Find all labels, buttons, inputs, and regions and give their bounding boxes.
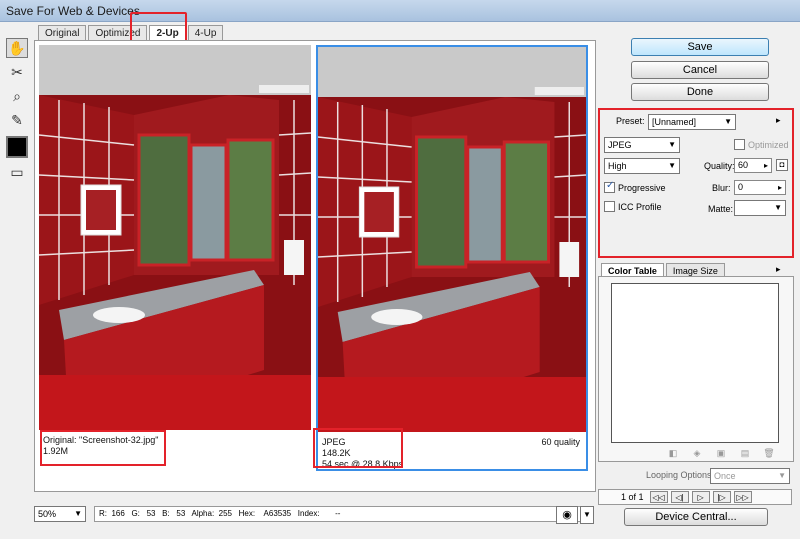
color-table-grid <box>611 283 779 443</box>
optimized-pane[interactable]: JPEG 148.2K 54 sec @ 28.8 Kbps 60 qualit… <box>316 45 588 471</box>
title-bar: Save For Web & Devices <box>0 0 800 22</box>
preview-in-browser-icon[interactable]: ◉ <box>556 506 578 524</box>
chevron-down-icon: ▼ <box>74 509 82 518</box>
looping-value: Once <box>714 471 736 481</box>
color-table-toolbar: ◧ ◈ ▣ ▤ 🗑 <box>665 448 785 459</box>
blur-value: 0 <box>738 182 744 192</box>
chevron-down-icon: ▼ <box>668 140 676 149</box>
previous-frame-icon[interactable]: ◁| <box>670 491 689 503</box>
original-filename: Original: "Screenshot-32.jpg" <box>43 435 159 445</box>
optimized-checkbox[interactable] <box>734 139 745 150</box>
chevron-down-icon: ▼ <box>774 203 782 212</box>
window-body: ✋ ✂ ⌕ ✎ ▭ Original Optimized 2-Up 4-Up O… <box>0 12 800 539</box>
matte-select[interactable]: ▼ <box>734 200 786 216</box>
quality-field[interactable]: 60 ▸ <box>734 158 772 173</box>
browser-menu-icon[interactable]: ▼ <box>580 506 594 524</box>
pixel-info-readout: R: 166 G: 53 B: 53 Alpha: 255 Hex: A6353… <box>94 506 584 522</box>
optimized-label: Optimized <box>748 139 789 150</box>
first-frame-icon[interactable]: ◁◁ <box>649 491 668 503</box>
icc-profile-checkbox[interactable] <box>604 201 615 212</box>
tools-column: ✋ ✂ ⌕ ✎ ▭ <box>6 38 30 186</box>
zoom-tool-icon[interactable]: ⌕ <box>6 86 28 106</box>
optimized-size: 148.2K <box>322 448 351 458</box>
optimized-format: JPEG <box>322 437 346 447</box>
eyedropper-color-swatch[interactable] <box>6 136 28 158</box>
status-bar: 50% ▼ R: 166 G: 53 B: 53 Alpha: 255 Hex: … <box>34 506 594 524</box>
tab-optimized[interactable]: Optimized <box>88 25 148 40</box>
chevron-down-icon: ▼ <box>668 161 676 170</box>
optimized-info: JPEG 148.2K 54 sec @ 28.8 Kbps <box>322 437 403 470</box>
animation-controls: 1 of 1 ◁◁ ◁| ▷ |▷ ▷▷ <box>598 489 792 505</box>
next-frame-icon[interactable]: |▷ <box>712 491 731 503</box>
preset-value: [Unnamed] <box>652 117 697 127</box>
blur-field[interactable]: 0 ▸ <box>734 180 786 195</box>
tab-original[interactable]: Original <box>38 25 87 40</box>
play-icon[interactable]: ▷ <box>691 491 710 503</box>
format-select[interactable]: JPEG ▼ <box>604 137 680 153</box>
tab-2-up[interactable]: 2-Up <box>149 25 186 40</box>
original-info: Original: "Screenshot-32.jpg" 1.92M <box>43 435 158 457</box>
preview-area: Original: "Screenshot-32.jpg" 1.92M JPEG… <box>34 40 596 492</box>
quality-mask-icon[interactable]: ◘ <box>776 159 788 171</box>
optimized-download-time: 54 sec @ 28.8 Kbps <box>322 459 404 469</box>
icc-profile-label: ICC Profile <box>618 201 662 212</box>
blur-label: Blur: <box>712 183 731 193</box>
slice-select-tool-icon[interactable]: ✂ <box>6 62 28 82</box>
original-size: 1.92M <box>43 446 69 456</box>
compression-select[interactable]: High ▼ <box>604 158 680 174</box>
preset-select[interactable]: [Unnamed] ▼ <box>648 114 736 130</box>
slider-arrow-icon[interactable]: ▸ <box>764 159 768 172</box>
frame-count: 1 of 1 <box>621 492 644 502</box>
original-bathroom-image <box>39 45 311 430</box>
window-title: Save For Web & Devices <box>6 4 140 18</box>
looping-select[interactable]: Once ▼ <box>710 468 790 484</box>
progressive-label: Progressive <box>618 182 666 193</box>
tab-4-up[interactable]: 4-Up <box>187 25 224 40</box>
delete-color-icon[interactable]: 🗑 <box>761 448 777 459</box>
new-color-icon[interactable]: ▤ <box>737 448 753 459</box>
chevron-down-icon: ▼ <box>724 117 732 126</box>
lock-color-icon[interactable]: ▣ <box>713 448 729 459</box>
quality-value: 60 <box>738 160 749 170</box>
quality-label: Quality: <box>704 161 735 171</box>
optimized-bathroom-image <box>318 47 586 432</box>
zoom-select[interactable]: 50% ▼ <box>34 506 86 522</box>
settings-menu-icon[interactable]: ▸ <box>776 115 781 126</box>
optimized-quality-text: 60 quality <box>541 437 580 447</box>
map-color-icon[interactable]: ◧ <box>665 448 681 459</box>
cancel-button[interactable]: Cancel <box>631 61 769 79</box>
eyedropper-tool-icon[interactable]: ✎ <box>6 110 28 130</box>
compression-value: High <box>608 161 627 171</box>
format-value: JPEG <box>608 140 632 150</box>
hand-tool-icon[interactable]: ✋ <box>6 38 28 58</box>
looping-options-label: Looping Options: <box>646 470 715 480</box>
preset-label: Preset: <box>616 116 645 126</box>
progressive-checkbox[interactable] <box>604 180 615 193</box>
color-table-menu-icon[interactable]: ▸ <box>776 264 781 275</box>
device-central-button[interactable]: Device Central... <box>624 508 768 526</box>
done-button[interactable]: Done <box>631 83 769 101</box>
optimization-settings-panel: Preset: [Unnamed] ▼ ▸ JPEG ▼ Optimized Hig… <box>598 108 794 258</box>
original-pane[interactable]: Original: "Screenshot-32.jpg" 1.92M <box>39 45 311 471</box>
matte-label: Matte: <box>708 204 734 214</box>
shift-web-icon[interactable]: ◈ <box>689 448 705 459</box>
toggle-slices-icon[interactable]: ▭ <box>6 162 28 182</box>
save-button[interactable]: Save <box>631 38 769 56</box>
slider-arrow-icon[interactable]: ▸ <box>778 181 782 194</box>
last-frame-icon[interactable]: ▷▷ <box>733 491 752 503</box>
view-tabs: Original Optimized 2-Up 4-Up <box>38 25 225 41</box>
chevron-down-icon: ▼ <box>778 471 786 480</box>
color-table-panel: ◧ ◈ ▣ ▤ 🗑 <box>598 276 794 462</box>
zoom-value: 50% <box>38 509 57 519</box>
